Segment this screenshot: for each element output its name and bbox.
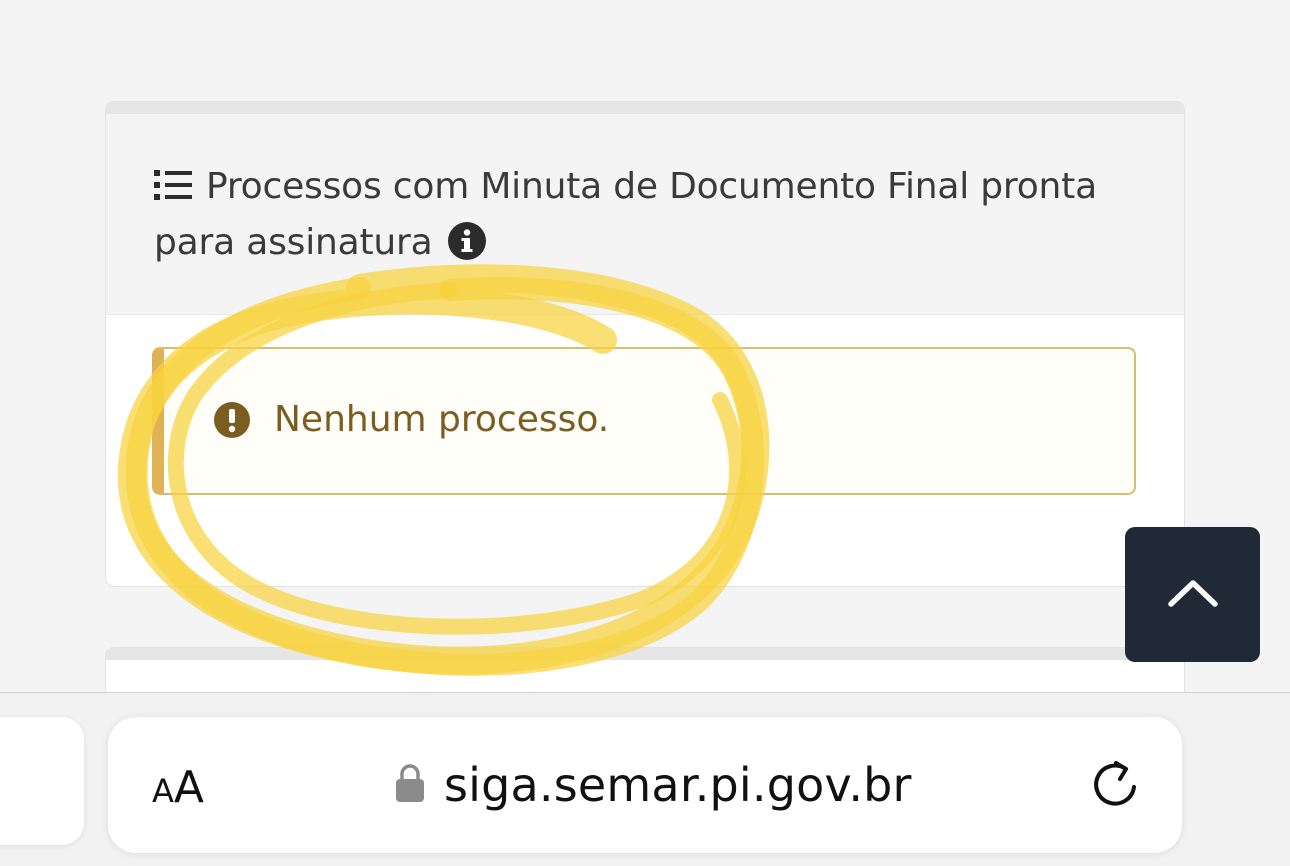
list-icon	[154, 162, 192, 216]
info-circle-icon[interactable]	[448, 222, 487, 276]
address-bar[interactable]: A A siga.semar.pi.gov.br	[108, 717, 1182, 853]
panel-header: Processos com Minuta de Documento Final …	[106, 114, 1184, 315]
reader-settings-button[interactable]: A A	[152, 755, 204, 815]
reload-icon[interactable]	[1088, 757, 1144, 817]
alert-message: Nenhum processo.	[274, 399, 610, 440]
pending-signature-panel: Processos com Minuta de Documento Final …	[106, 102, 1184, 586]
card-top-edge	[106, 102, 1184, 114]
chevron-up-icon	[1167, 578, 1219, 612]
url-text: siga.semar.pi.gov.br	[444, 758, 912, 812]
empty-state-alert: Nenhum processo.	[152, 347, 1136, 495]
scroll-to-top-button[interactable]	[1125, 527, 1260, 662]
reader-large-a: A	[173, 762, 204, 813]
reader-small-a: A	[152, 772, 174, 810]
exclamation-circle-icon	[214, 402, 250, 442]
url-display[interactable]: siga.semar.pi.gov.br	[396, 753, 912, 817]
previous-tab-preview[interactable]	[0, 717, 84, 845]
lock-icon	[396, 764, 424, 806]
panel-title: Processos com Minuta de Documento Final …	[154, 166, 1097, 263]
panel-body: Nenhum processo.	[106, 315, 1184, 585]
browser-toolbar: A A siga.semar.pi.gov.br	[0, 692, 1290, 866]
page: Processos com Minuta de Documento Final …	[0, 0, 1290, 866]
card-top-edge	[106, 648, 1184, 660]
